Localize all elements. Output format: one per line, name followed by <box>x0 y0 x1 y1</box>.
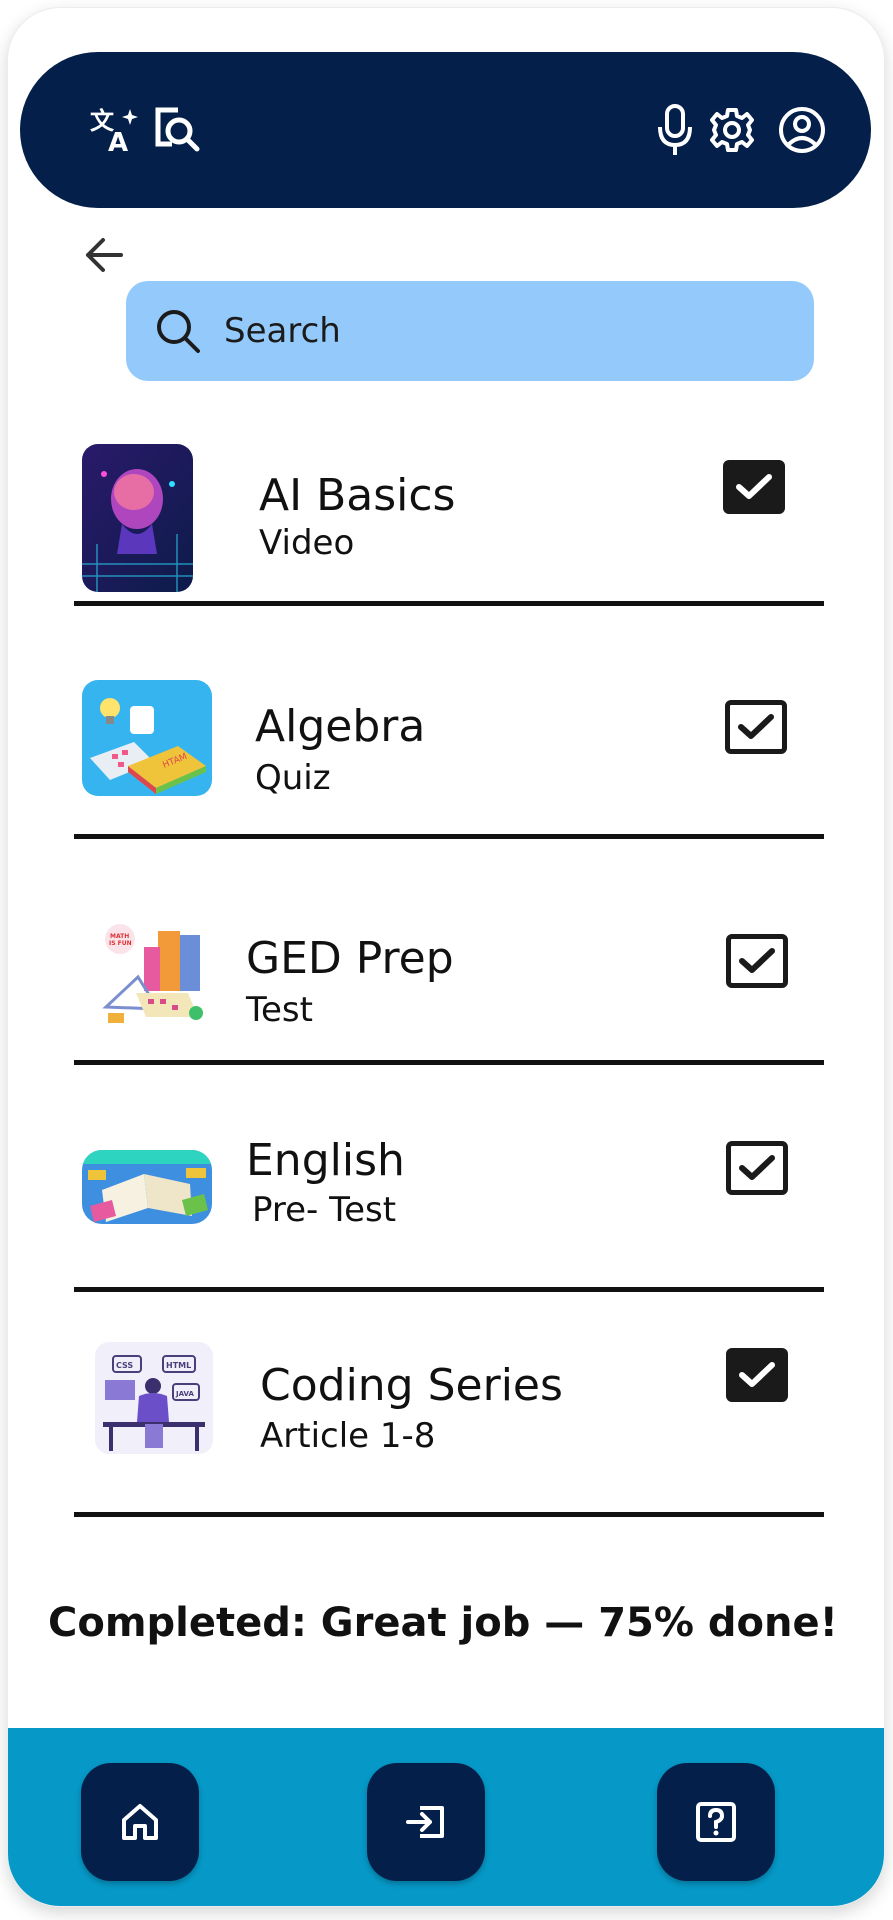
top-app-bar: 文 A <box>20 52 871 208</box>
bottom-nav-bar <box>8 1728 884 1906</box>
home-button[interactable] <box>81 1763 199 1881</box>
ai-basics-thumbnail <box>82 444 193 592</box>
divider <box>74 1512 824 1517</box>
algebra-thumbnail: HTAM <box>82 680 212 796</box>
checkbox-checked[interactable] <box>725 700 787 754</box>
item-type: Article 1-8 <box>260 1416 436 1456</box>
microphone-icon[interactable] <box>655 52 695 208</box>
search-bar[interactable] <box>126 281 814 381</box>
item-type: Pre- Test <box>252 1190 397 1230</box>
search-input[interactable] <box>222 310 786 352</box>
item-type: Video <box>259 523 355 563</box>
translate-icon[interactable]: 文 A <box>88 52 138 208</box>
checkbox-checked[interactable] <box>723 460 785 514</box>
back-button[interactable] <box>78 230 128 280</box>
check-icon <box>739 948 775 973</box>
search-icon <box>157 310 200 353</box>
help-button[interactable] <box>657 1763 775 1881</box>
item-title: Algebra <box>255 701 426 752</box>
css-label: CSS <box>116 1361 133 1370</box>
arrow-left-icon <box>86 238 123 272</box>
check-icon <box>739 1362 775 1387</box>
divider <box>74 1287 824 1292</box>
item-title: English <box>246 1135 405 1186</box>
account-circle-icon[interactable] <box>778 52 826 208</box>
math-sign-text: MATH <box>110 933 129 940</box>
checkbox-checked[interactable] <box>726 934 788 988</box>
login-icon <box>406 1806 444 1838</box>
java-label: JAVA <box>175 1390 194 1398</box>
check-icon <box>739 1155 775 1180</box>
item-type: Quiz <box>255 758 331 798</box>
checkbox-checked[interactable] <box>726 1348 788 1402</box>
item-title: AI Basics <box>259 470 456 521</box>
ged-prep-thumbnail: MATH IS FUN <box>98 917 216 1041</box>
coding-series-thumbnail: CSS HTML JAVA <box>95 1342 213 1454</box>
item-title: Coding Series <box>260 1360 563 1411</box>
divider <box>74 834 824 839</box>
divider <box>74 601 824 606</box>
html-label: HTML <box>166 1361 191 1370</box>
math-sign-text-2: IS FUN <box>109 940 132 947</box>
help-icon <box>696 1802 736 1842</box>
english-thumbnail <box>82 1150 212 1224</box>
gear-icon[interactable] <box>708 52 756 208</box>
checkbox-checked[interactable] <box>726 1141 788 1195</box>
item-title: GED Prep <box>246 933 454 984</box>
login-button[interactable] <box>367 1763 485 1881</box>
check-icon <box>738 714 774 739</box>
home-icon <box>122 1804 158 1840</box>
svg-text:A: A <box>108 128 128 155</box>
document-search-icon[interactable] <box>150 52 202 208</box>
divider <box>74 1060 824 1065</box>
check-icon <box>736 474 772 499</box>
completion-status: Completed: Great job — 75% done! <box>48 1600 838 1646</box>
app-screen: 文 A Search AI Basics Video HTAM Algebra … <box>8 8 884 1906</box>
item-type: Test <box>246 990 313 1030</box>
